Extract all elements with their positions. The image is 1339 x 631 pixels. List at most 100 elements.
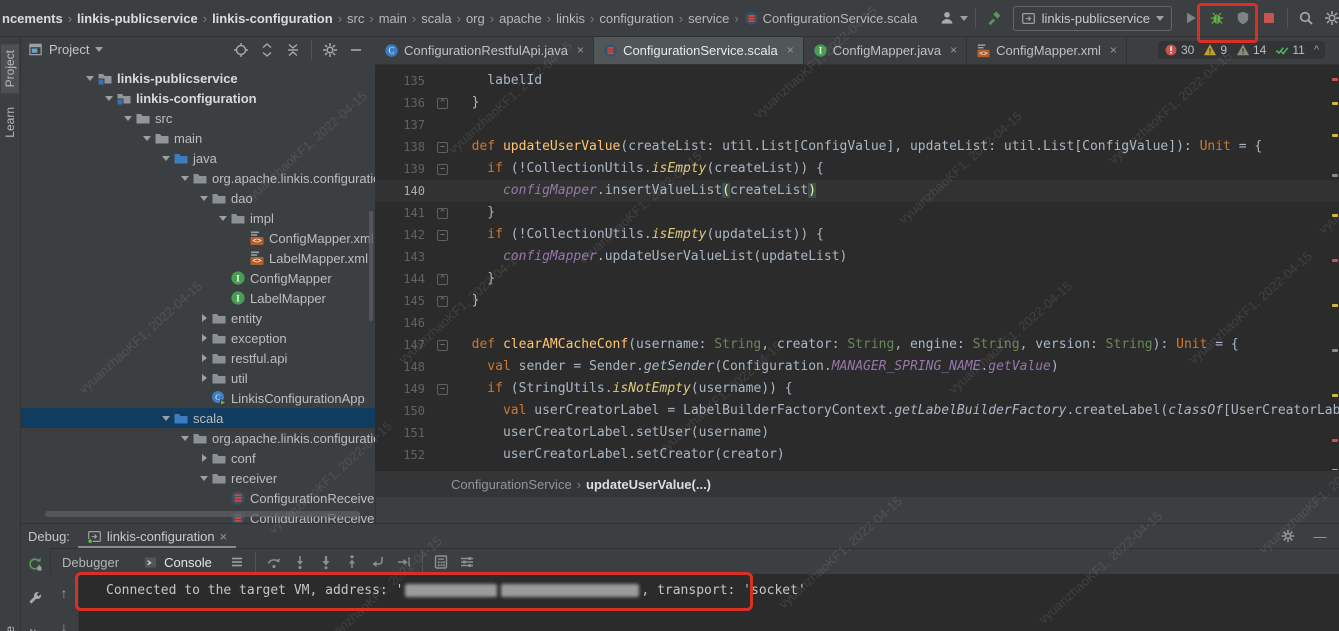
debug-tab-debugger[interactable]: Debugger	[50, 549, 131, 575]
tree-down-arrow-icon[interactable]	[160, 156, 172, 161]
breadcrumb-item[interactable]: main	[379, 11, 407, 26]
line-number[interactable]: 142	[375, 224, 434, 246]
line-number[interactable]: 139	[375, 158, 434, 180]
tree-vertical-scrollbar[interactable]	[369, 211, 373, 321]
breadcrumb-item[interactable]: configuration	[599, 11, 673, 26]
breadcrumb-item[interactable]: apache	[499, 11, 542, 26]
tree-down-arrow-icon[interactable]	[179, 436, 191, 441]
tree-item-java[interactable]: java	[20, 148, 375, 168]
tree-item-exception[interactable]: exception	[20, 328, 375, 348]
resume-program-button[interactable]	[22, 621, 48, 631]
weak-warnings-indicator[interactable]: 14	[1236, 43, 1266, 57]
stripe-mark[interactable]	[1332, 259, 1338, 262]
tree-item-main[interactable]: main	[20, 128, 375, 148]
line-number[interactable]: 147	[375, 334, 434, 356]
inspection-widget[interactable]: 30 9 14 11 ^	[1158, 41, 1325, 59]
tree-right-arrow-icon[interactable]	[198, 454, 210, 462]
up-stack-button[interactable]: ↑	[51, 580, 77, 606]
evaluate-expression-button[interactable]	[428, 551, 454, 573]
stripe-mark[interactable]	[1332, 349, 1338, 352]
close-icon[interactable]: ×	[1110, 43, 1117, 57]
breadcrumb-class[interactable]: ConfigurationService	[451, 477, 572, 492]
tree-item-org-apache-linkis-configuration[interactable]: org.apache.linkis.configuration	[20, 428, 375, 448]
editor-area[interactable]: CConfigurationRestfulApi.java× Configura…	[375, 36, 1339, 497]
tree-right-arrow-icon[interactable]	[198, 314, 210, 322]
tree-item-linkis-configuration[interactable]: linkis-configuration	[20, 88, 375, 108]
tree-down-arrow-icon[interactable]	[179, 176, 191, 181]
settings-gear-button[interactable]	[1319, 5, 1339, 31]
breadcrumb-item[interactable]: org	[466, 11, 485, 26]
breadcrumb-item[interactable]: linkis	[556, 11, 585, 26]
user-account-button[interactable]	[934, 5, 960, 31]
tree-item-configmapper[interactable]: IConfigMapper	[20, 268, 375, 288]
fold-open-icon[interactable]: −	[437, 384, 448, 395]
tree-down-arrow-icon[interactable]	[103, 96, 115, 101]
tree-item-entity[interactable]: entity	[20, 308, 375, 328]
step-into-button[interactable]	[287, 551, 313, 573]
line-number[interactable]: 148	[375, 356, 434, 378]
tree-item-configmapper-xml[interactable]: <>ConfigMapper.xml	[20, 228, 375, 248]
tree-down-arrow-icon[interactable]	[84, 76, 96, 81]
tree-right-arrow-icon[interactable]	[198, 354, 210, 362]
debug-settings-wrench-button[interactable]	[22, 585, 48, 611]
tree-item-labelmapper[interactable]: ILabelMapper	[20, 288, 375, 308]
stripe-mark[interactable]	[1332, 304, 1338, 307]
breadcrumb-item[interactable]: linkis-publicservice	[77, 11, 198, 26]
error-stripe[interactable]	[1331, 64, 1339, 471]
stripe-mark[interactable]	[1332, 214, 1338, 217]
build-project-button[interactable]	[981, 5, 1007, 31]
tree-item-src[interactable]: src	[20, 108, 375, 128]
fold-end-icon[interactable]: ^	[437, 98, 448, 109]
fold-end-icon[interactable]: ^	[437, 296, 448, 307]
locate-file-button[interactable]	[228, 37, 254, 63]
step-out-button[interactable]	[339, 551, 365, 573]
tree-down-arrow-icon[interactable]	[160, 416, 172, 421]
errors-indicator[interactable]: 30	[1164, 43, 1194, 57]
tree-down-arrow-icon[interactable]	[217, 216, 229, 221]
expand-selection-button[interactable]	[254, 37, 280, 63]
tree-item-labelmapper-xml[interactable]: <>LabelMapper.xml	[20, 248, 375, 268]
tree-item-configurationreceiver[interactable]: ConfigurationReceiver	[20, 488, 375, 508]
stripe-mark[interactable]	[1332, 102, 1338, 105]
collapse-widget-chevron[interactable]: ^	[1314, 44, 1319, 56]
close-icon[interactable]: ×	[950, 43, 957, 57]
search-everywhere-button[interactable]	[1293, 5, 1319, 31]
project-panel-title[interactable]: Project	[28, 42, 103, 57]
force-step-into-button[interactable]	[313, 551, 339, 573]
debug-session-tab[interactable]: linkis-configuration ×	[78, 524, 236, 548]
line-number[interactable]: 135	[375, 70, 434, 92]
tree-item-dao[interactable]: dao	[20, 188, 375, 208]
run-configuration-select[interactable]: linkis-publicservice	[1013, 6, 1172, 31]
editor-tab-configmapper-xml[interactable]: <>ConfigMapper.xml×	[967, 36, 1127, 64]
stripe-mark[interactable]	[1332, 439, 1338, 442]
tree-item-linkis-publicservice[interactable]: linkis-publicservice	[20, 68, 375, 88]
line-number[interactable]: 151	[375, 422, 434, 444]
line-number[interactable]: 146	[375, 312, 434, 334]
breadcrumb-item[interactable]: service	[688, 11, 729, 26]
breadcrumb-item[interactable]: scala	[421, 11, 451, 26]
debug-tab-console[interactable]: Console	[131, 549, 224, 575]
tool-window-button-project[interactable]: Project	[1, 44, 19, 93]
collapse-all-button[interactable]	[280, 37, 306, 63]
drop-frame-button[interactable]	[365, 551, 391, 573]
stripe-mark[interactable]	[1332, 78, 1338, 81]
tree-item-util[interactable]: util	[20, 368, 375, 388]
layout-menu-button[interactable]	[224, 549, 250, 575]
editor-tab-configurationrestfulapi-java[interactable]: CConfigurationRestfulApi.java×	[375, 36, 594, 64]
line-number[interactable]: 138	[375, 136, 434, 158]
line-number[interactable]: 145	[375, 290, 434, 312]
warnings-indicator[interactable]: 9	[1203, 43, 1227, 57]
hide-tool-window-button[interactable]: —	[1307, 523, 1333, 549]
debug-button[interactable]	[1204, 5, 1230, 31]
tree-right-arrow-icon[interactable]	[198, 334, 210, 342]
close-icon[interactable]: ×	[220, 529, 228, 544]
breadcrumb-method[interactable]: updateUserValue(...)	[586, 477, 711, 492]
breadcrumb-item[interactable]: ConfigurationService.scala	[744, 11, 918, 26]
line-number[interactable]: 150	[375, 400, 434, 422]
rerun-button[interactable]	[22, 551, 48, 577]
stripe-mark[interactable]	[1332, 134, 1338, 137]
tree-item-conf[interactable]: conf	[20, 448, 375, 468]
stripe-mark[interactable]	[1332, 394, 1338, 397]
editor-tab-configmapper-java[interactable]: IConfigMapper.java×	[804, 36, 967, 64]
stop-button[interactable]	[1256, 5, 1282, 31]
